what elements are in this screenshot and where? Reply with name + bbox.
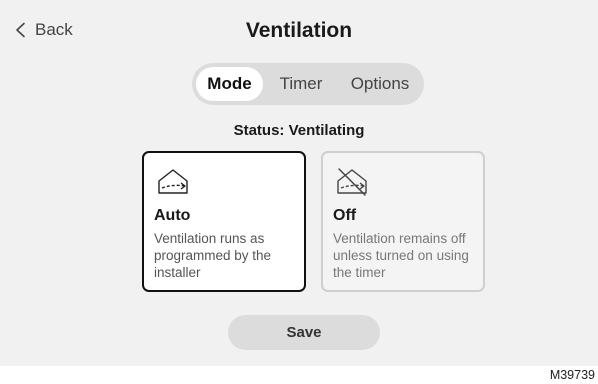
tab-mode[interactable]: Mode (196, 67, 263, 101)
tab-options[interactable]: Options (340, 67, 420, 101)
mode-card-auto[interactable]: Auto Ventilation runs as programmed by t… (142, 151, 306, 292)
save-button[interactable]: Save (228, 315, 380, 350)
house-ventilation-icon (158, 169, 188, 194)
ventilation-screen: Back Ventilation Mode Timer Options Stat… (0, 0, 598, 366)
mode-title: Off (333, 207, 357, 224)
figure-id: M39739 (549, 368, 595, 382)
tab-bar: Mode Timer Options (192, 63, 424, 105)
status-text: Status: Ventilating (233, 122, 365, 139)
mode-description: Ventilation remains off unless turned on… (333, 231, 469, 280)
house-ventilation-off-icon (337, 168, 367, 196)
tab-timer[interactable]: Timer (270, 67, 332, 101)
mode-description: Ventilation runs as programmed by the in… (154, 231, 272, 280)
mode-title: Auto (154, 207, 191, 224)
page-title: Ventilation (245, 19, 353, 42)
mode-card-off[interactable]: Off Ventilation remains off unless turne… (321, 151, 485, 292)
